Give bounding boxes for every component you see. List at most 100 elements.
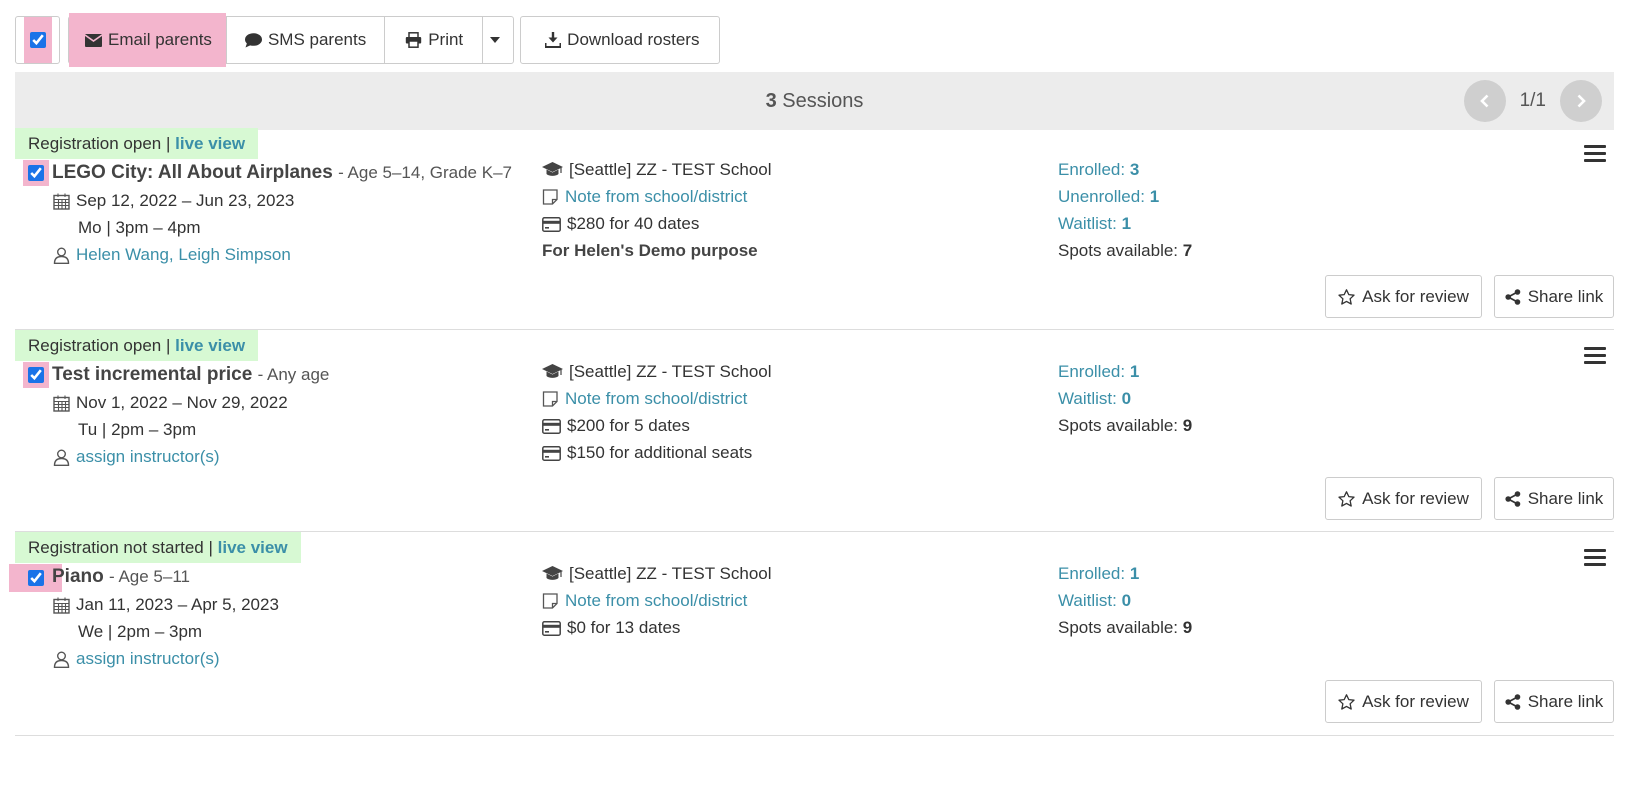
additional-price-text: $150 for additional seats [567, 443, 753, 462]
unenrolled-count: 1 [1149, 187, 1160, 206]
enrolled-stat[interactable]: Enrolled: 3 [1058, 160, 1139, 180]
session-instructors: Helen Wang, Leigh Simpson [53, 245, 291, 265]
download-rosters-label: Download rosters [567, 30, 700, 49]
select-all-highlight [23, 17, 52, 63]
registration-status-text: Registration not started [28, 538, 204, 557]
note-link[interactable]: Note from school/district [565, 187, 747, 207]
session-title[interactable]: LEGO City: All About Airplanes - Age 5–1… [52, 162, 512, 184]
assign-instructors-link[interactable]: assign instructor(s) [76, 447, 220, 467]
enrolled-count: 3 [1129, 160, 1140, 179]
print-button[interactable]: Print [384, 16, 484, 64]
toolbar: Email parents SMS parents Print Download… [15, 13, 721, 67]
session-select-checkbox[interactable] [27, 570, 44, 586]
sessions-summary-bar: 3 Sessions 1/1 [15, 72, 1614, 130]
note-link[interactable]: Note from school/district [565, 389, 747, 409]
waitlist-stat[interactable]: Waitlist: 0 [1058, 591, 1131, 611]
registration-status-text: Registration open [28, 134, 162, 153]
ask-for-review-label: Ask for review [1362, 691, 1469, 711]
calendar-icon [53, 395, 70, 412]
unenrolled-label: Unenrolled: [1058, 187, 1145, 206]
session-price: $0 for 13 dates [542, 618, 680, 638]
unenrolled-stat[interactable]: Unenrolled: 1 [1058, 187, 1159, 207]
waitlist-stat[interactable]: Waitlist: 0 [1058, 389, 1131, 409]
credit-card-icon [542, 445, 561, 461]
session-price: $280 for 40 dates [542, 214, 699, 234]
session-title[interactable]: Piano - Age 5–11 [52, 566, 190, 588]
session-name: Piano [52, 566, 104, 587]
session-select-checkbox[interactable] [28, 367, 44, 383]
session-select-highlight [23, 362, 49, 388]
envelope-icon [85, 33, 102, 47]
share-link-button[interactable]: Share link [1494, 477, 1614, 520]
enrolled-label: Enrolled: [1058, 362, 1126, 381]
instructors-link[interactable]: Helen Wang, Leigh Simpson [76, 245, 291, 265]
print-options-dropdown[interactable] [482, 16, 515, 64]
session-select-checkbox[interactable] [28, 165, 44, 181]
assign-instructors-link[interactable]: assign instructor(s) [76, 649, 220, 669]
price-text: $280 for 40 dates [567, 214, 700, 233]
hamburger-menu-icon[interactable] [1584, 347, 1606, 368]
session-schedule: We | 2pm – 3pm [78, 622, 203, 641]
school-name: [Seattle] ZZ - TEST School [569, 564, 772, 583]
waitlist-stat[interactable]: Waitlist: 1 [1058, 214, 1131, 234]
comment-icon [244, 32, 262, 47]
share-link-button[interactable]: Share link [1494, 275, 1614, 318]
next-page-button[interactable] [1560, 80, 1602, 122]
star-icon [1338, 288, 1355, 305]
spots-count: 7 [1182, 241, 1193, 260]
live-view-link[interactable]: live view [175, 134, 245, 153]
session-dates: Nov 1, 2022 – Nov 29, 2022 [53, 393, 288, 413]
session-schedule: Mo | 3pm – 4pm [78, 218, 201, 237]
sessions-count: 3 [765, 89, 777, 112]
ask-for-review-label: Ask for review [1362, 286, 1469, 306]
session-price: $200 for 5 dates [542, 416, 690, 436]
session-note: Note from school/district [542, 591, 747, 611]
session-price-additional: $150 for additional seats [542, 443, 752, 463]
spots-label: Spots available: [1058, 618, 1179, 637]
session-schedule: Tu | 2pm – 3pm [78, 420, 197, 439]
share-link-button[interactable]: Share link [1494, 680, 1614, 723]
waitlist-count: 1 [1121, 214, 1132, 233]
previous-page-button[interactable] [1463, 80, 1506, 122]
select-all-checkbox-button[interactable] [15, 16, 60, 64]
session-extra-note: For Helen's Demo purpose [542, 241, 758, 260]
enrolled-count: 1 [1129, 362, 1140, 381]
email-parents-label: Email parents [108, 30, 212, 49]
note-link[interactable]: Note from school/district [565, 591, 747, 611]
enrolled-stat[interactable]: Enrolled: 1 [1058, 362, 1139, 382]
session-note: Note from school/district [542, 389, 747, 409]
session-instructors: assign instructor(s) [53, 649, 220, 669]
credit-card-icon [542, 418, 561, 434]
email-parents-button[interactable]: Email parents [68, 13, 227, 67]
session-card: Registration not started | live view Pia… [9, 532, 1614, 736]
spots-available-stat: Spots available: 9 [1058, 416, 1192, 436]
sms-parents-label: SMS parents [267, 30, 367, 49]
ask-for-review-button[interactable]: Ask for review [1325, 477, 1482, 520]
select-all-checkbox[interactable] [29, 32, 46, 48]
sms-parents-button[interactable]: SMS parents [225, 16, 386, 64]
price-text: $200 for 5 dates [567, 416, 690, 435]
session-title[interactable]: Test incremental price - Any age [52, 364, 329, 386]
ask-for-review-label: Ask for review [1362, 488, 1469, 508]
graduation-cap-icon [542, 364, 563, 378]
page-indicator: 1/1 [1519, 90, 1546, 111]
enrolled-stat[interactable]: Enrolled: 1 [1058, 564, 1139, 584]
download-rosters-button[interactable]: Download rosters [520, 16, 721, 64]
share-icon [1505, 693, 1520, 710]
share-icon [1505, 288, 1520, 305]
user-icon [53, 247, 70, 264]
hamburger-menu-icon[interactable] [1584, 145, 1606, 166]
session-dates-text: Sep 12, 2022 – Jun 23, 2023 [76, 191, 295, 210]
live-view-link[interactable]: live view [218, 538, 288, 557]
star-icon [1338, 490, 1355, 507]
session-name: LEGO City: All About Airplanes [52, 162, 333, 183]
live-view-link[interactable]: live view [175, 336, 245, 355]
enrolled-label: Enrolled: [1058, 160, 1126, 179]
credit-card-icon [542, 216, 561, 232]
action-button-group: Email parents SMS parents Print [68, 13, 515, 67]
spots-label: Spots available: [1058, 416, 1179, 435]
hamburger-menu-icon[interactable] [1584, 549, 1606, 570]
ask-for-review-button[interactable]: Ask for review [1325, 275, 1482, 318]
ask-for-review-button[interactable]: Ask for review [1325, 680, 1482, 723]
session-age-grade: - Age 5–11 [109, 567, 190, 586]
